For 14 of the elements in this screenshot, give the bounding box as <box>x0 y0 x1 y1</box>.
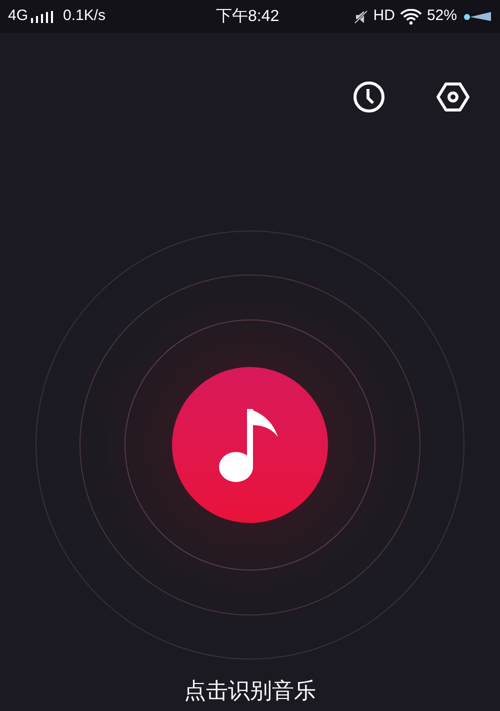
clock-icon <box>352 80 386 114</box>
battery-label: 52% <box>426 6 457 26</box>
comet-icon <box>462 10 492 22</box>
prompt-text: 点击识别音乐 <box>183 677 317 705</box>
settings-button[interactable] <box>436 80 470 114</box>
clock-time: 下午8:42 <box>216 6 280 26</box>
network-label: 4G <box>8 6 28 26</box>
wifi-icon <box>400 8 422 24</box>
history-button[interactable] <box>352 80 386 114</box>
mute-icon <box>354 10 368 24</box>
hd-label: HD <box>373 6 395 26</box>
network-speed: 0.1K/s <box>63 6 106 26</box>
settings-icon <box>436 80 470 114</box>
signal-icon <box>31 10 54 22</box>
